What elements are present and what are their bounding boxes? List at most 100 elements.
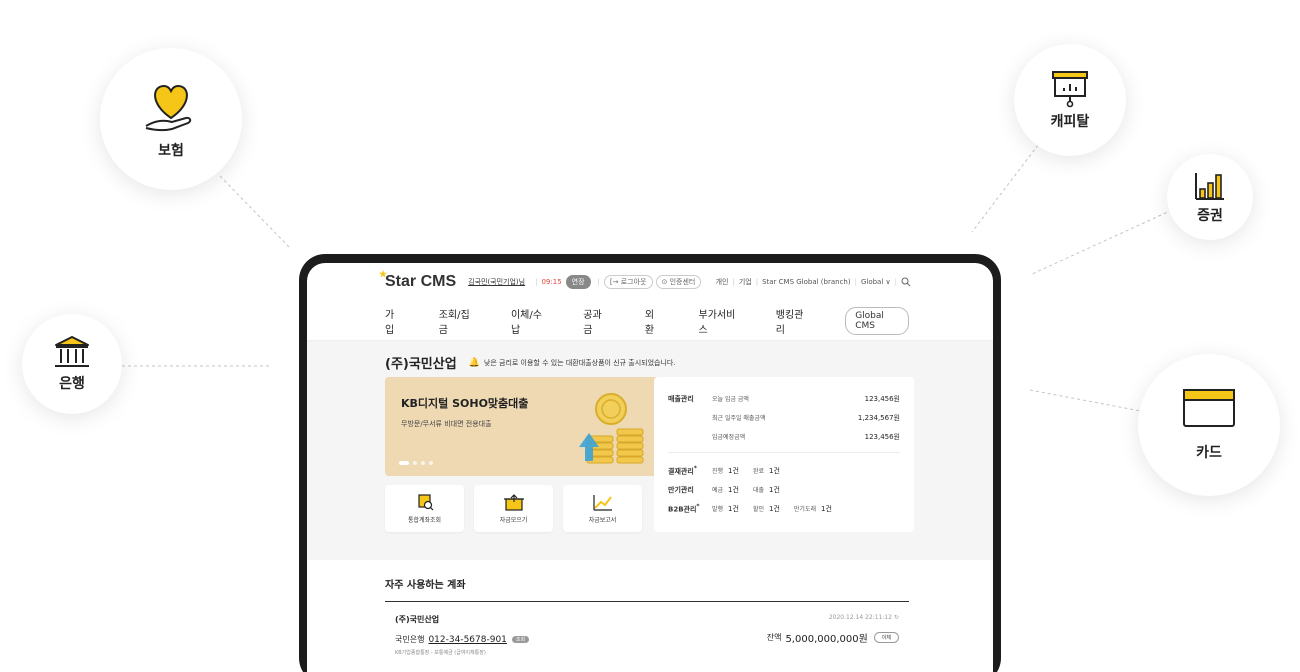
personal-link[interactable]: 개인 <box>716 277 729 287</box>
account-number-link[interactable]: 012-34-5678-901 <box>428 635 506 645</box>
extend-button[interactable]: 연장 <box>565 275 591 289</box>
notice-text[interactable]: 🔔 낮은 금리로 이용할 수 있는 대환대출상품이 신규 출시되었습니다. <box>469 358 676 368</box>
pagination-dot[interactable] <box>413 461 417 465</box>
sales-value: 1,234,567원 <box>857 413 900 422</box>
bar-chart-icon <box>1195 173 1224 200</box>
pagination-dot[interactable] <box>421 461 425 465</box>
top-bar: ★ Star CMS 김국민(국민기업)님 | 09:15 연장 | [→ 로그아… <box>307 263 993 301</box>
nav-item-inquiry[interactable]: 조회/집금 <box>439 306 473 336</box>
fund-collect-icon <box>503 493 524 511</box>
quick-account-search[interactable]: 통합계좌조회 <box>385 485 464 532</box>
sales-value: 123,456원 <box>864 432 900 441</box>
nav-item-transfer[interactable]: 이체/수납 <box>511 306 545 336</box>
sales-row[interactable]: 최근 일주일 매출금액 1,234,567원 <box>668 408 900 427</box>
divider: | <box>732 278 735 286</box>
quick-label: 자금보고서 <box>588 516 617 524</box>
sales-label: 입금예정금액 <box>712 434 746 441</box>
sales-row[interactable]: 매출관리 오늘 입금 금액 123,456원 <box>668 389 900 408</box>
settlement-row[interactable]: 결재관리* 진행 1건 완료 1건 <box>668 461 900 480</box>
enterprise-link[interactable]: 기업 <box>739 277 752 287</box>
account-desc: KB기업종합통장 - 보통예금 (급여이체통장) <box>395 650 486 656</box>
quick-fund-report[interactable]: 자금보고서 <box>563 485 642 532</box>
tablet-frame: ★ Star CMS 김국민(국민기업)님 | 09:15 연장 | [→ 로그아… <box>299 254 1001 672</box>
nav-item-addon[interactable]: 부가서비스 <box>699 306 738 336</box>
status-item: 만기도래 1건 <box>793 504 832 514</box>
bank-circle: 은행 <box>22 314 122 414</box>
nav-item-fx[interactable]: 외환 <box>645 306 661 336</box>
main-nav: 가입 조회/집금 이체/수납 공과금 외환 부가서비스 뱅킹관리 Global … <box>307 301 993 341</box>
star-icon: ★ <box>379 269 388 279</box>
balance-label: 잔액 <box>766 633 782 642</box>
cert-center-button[interactable]: ⊙ 인증센터 <box>655 275 702 289</box>
sales-row[interactable]: 입금예정금액 123,456원 <box>668 427 900 446</box>
account-balance: 2020.12.14 22:11:12 ↻ 잔액 5,000,000,000원 … <box>767 614 899 656</box>
banner-pagination[interactable] <box>399 461 433 465</box>
inquiry-badge[interactable]: 조회 <box>511 636 530 643</box>
insurance-circle: 보험 <box>100 48 242 190</box>
status-item: 예금 1건 <box>712 485 739 495</box>
capital-circle: 캐피탈 <box>1014 44 1126 156</box>
balance-amount: 5,000,000,000원 <box>785 634 868 645</box>
capital-label: 캐피탈 <box>1050 114 1090 130</box>
session-timer: 09:15 <box>541 278 562 286</box>
transfer-button[interactable]: 이체 <box>873 632 899 643</box>
nav-item-banking-mgmt[interactable]: 뱅킹관리 <box>776 306 807 336</box>
nav-item-utility[interactable]: 공과금 <box>583 306 607 336</box>
status-item: 대출 1건 <box>752 485 780 495</box>
user-name-link[interactable]: 김국민(국민기업)님 <box>468 277 525 287</box>
status-item: 발행 1건 <box>712 504 739 514</box>
quick-fund-collect[interactable]: 자금모으기 <box>474 485 553 532</box>
account-number-row: 국민은행 012-34-5678-901 조회 <box>395 634 530 645</box>
star-cms-logo[interactable]: ★ Star CMS <box>379 269 456 291</box>
quick-label: 자금모으기 <box>499 516 528 524</box>
b2b-row[interactable]: B2B관리* 발행 1건 할인 1건 만기도래 1건 <box>668 499 900 518</box>
global-cms-button[interactable]: Global CMS <box>845 306 909 335</box>
account-info: (주)국민산업 국민은행 012-34-5678-901 조회 KB기업종합통장… <box>395 614 530 656</box>
company-name: (주)국민산업 <box>385 357 457 372</box>
divider: | <box>755 278 759 286</box>
panel-divider <box>668 452 900 453</box>
sales-label: 최근 일주일 매출금액 <box>712 415 766 422</box>
bank-label: 은행 <box>59 376 85 392</box>
heart-hand-icon <box>145 84 192 132</box>
balance-row: 잔액 5,000,000,000원 이체 <box>767 630 899 645</box>
timestamp: 2020.12.14 22:11:12 ↻ <box>828 614 899 621</box>
account-search-icon <box>417 493 433 510</box>
pagination-dot[interactable] <box>429 461 433 465</box>
refresh-icon[interactable]: ↻ <box>894 614 899 621</box>
card-label: 카드 <box>1196 445 1222 461</box>
bell-icon: 🔔 <box>468 357 480 368</box>
frequent-accounts: 자주 사용하는 계좌 (주)국민산업 국민은행 012-34-5678-901 … <box>307 560 993 656</box>
credit-card-icon <box>1183 389 1235 427</box>
bank-icon <box>55 336 89 367</box>
logout-button[interactable]: [→ 로그아웃 <box>603 275 653 289</box>
securities-circle: 증권 <box>1167 154 1253 240</box>
maturity-row[interactable]: 만기관리 예금 1건 대출 1건 <box>668 480 900 499</box>
maturity-title: 만기관리 <box>668 485 694 494</box>
divider: | <box>535 278 538 286</box>
global-dropdown[interactable]: Global ∨ <box>861 278 891 286</box>
sales-value: 123,456원 <box>864 394 900 403</box>
summary-panel: 매출관리 오늘 입금 금액 123,456원 최근 일주일 매출금액 1,234… <box>654 377 914 532</box>
promo-banner[interactable]: KB디지털 SOHO맞춤대출 무방문/무서류 비대면 전용대출 <box>385 377 669 476</box>
dashboard-area: (주)국민산업 🔔 낮은 금리로 이용할 수 있는 대환대출상품이 신규 출시되었… <box>307 341 993 560</box>
account-item[interactable]: (주)국민산업 국민은행 012-34-5678-901 조회 KB기업종합통장… <box>385 602 909 656</box>
presentation-icon <box>1052 71 1088 108</box>
report-chart-icon <box>592 494 612 511</box>
nav-item-join[interactable]: 가입 <box>385 306 401 336</box>
b2b-title: B2B관리* <box>668 502 700 514</box>
divider: | <box>597 278 600 286</box>
quick-label: 통합계좌조회 <box>407 516 442 524</box>
global-branch-link[interactable]: Star CMS Global (branch) <box>762 278 851 286</box>
insurance-label: 보험 <box>158 143 184 159</box>
bank-name: 국민은행 <box>395 635 425 644</box>
pagination-dot[interactable] <box>399 461 409 465</box>
status-item: 할인 1건 <box>752 504 780 514</box>
account-company: (주)국민산업 <box>395 615 440 624</box>
search-icon[interactable] <box>901 277 911 287</box>
sales-label: 오늘 입금 금액 <box>712 396 749 403</box>
divider: | <box>854 278 857 286</box>
top-links: 개인 | 기업 | Star CMS Global (branch) | Glo… <box>716 277 911 287</box>
sales-title: 매출관리 <box>668 394 694 403</box>
tablet-screen: ★ Star CMS 김국민(국민기업)님 | 09:15 연장 | [→ 로그아… <box>307 263 993 672</box>
